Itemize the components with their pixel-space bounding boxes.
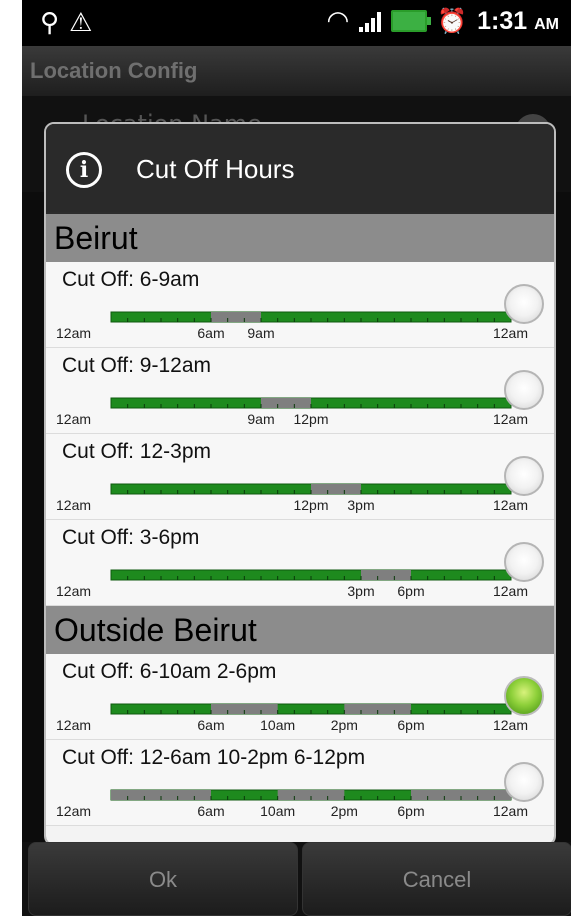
- clock-ampm: AM: [534, 15, 559, 33]
- hours-timeline: 12am 3pm 6pm 12am: [56, 569, 528, 599]
- cutoff-option[interactable]: Cut Off: 12-3pm 12am 12pm 3pm 12am: [46, 434, 554, 520]
- cancel-button[interactable]: Cancel: [302, 842, 571, 916]
- option-radio-button[interactable]: [504, 284, 544, 324]
- dialog-title: Cut Off Hours: [136, 154, 295, 184]
- battery-icon: [391, 10, 432, 32]
- time-label: 12am: [56, 325, 91, 341]
- time-label: 3pm: [347, 583, 374, 599]
- dialog-header: i Cut Off Hours: [46, 124, 554, 212]
- time-label: 9am: [247, 325, 274, 341]
- option-label: Cut Off: 6-10am 2-6pm: [62, 660, 277, 683]
- option-label: Cut Off: 9-12am: [62, 354, 212, 377]
- option-radio-button[interactable]: [504, 370, 544, 410]
- hours-timeline: 12am 6am 10am 2pm 6pm 12am: [56, 789, 528, 819]
- section-header: Outside Beirut: [46, 606, 554, 654]
- section-header: Beirut: [46, 214, 554, 262]
- cutoff-segment: [261, 398, 311, 408]
- time-label: 6pm: [397, 803, 424, 819]
- cutoff-segment: [211, 312, 261, 322]
- option-radio-button[interactable]: [504, 676, 544, 716]
- clock-time: 1:31: [477, 6, 528, 35]
- hours-timeline: 12am 12pm 3pm 12am: [56, 483, 528, 513]
- option-radio-button[interactable]: [504, 542, 544, 582]
- time-label: 12am: [493, 411, 528, 427]
- option-radio-button[interactable]: [504, 762, 544, 802]
- time-label: 12am: [493, 717, 528, 733]
- app-bar: Location Config: [22, 46, 571, 96]
- time-label: 6pm: [397, 583, 424, 599]
- time-label: 12pm: [293, 497, 328, 513]
- option-label: Cut Off: 12-6am 10-2pm 6-12pm: [62, 746, 366, 769]
- hours-timeline: 12am 9am 12pm 12am: [56, 397, 528, 427]
- notification-icons: ⚲ ⚠: [40, 8, 102, 38]
- time-label: 12am: [56, 497, 91, 513]
- option-label: Cut Off: 12-3pm: [62, 440, 212, 463]
- option-label: Cut Off: 6-9am: [62, 268, 200, 291]
- time-label: 6am: [197, 325, 224, 341]
- app-title: Location Config: [30, 58, 198, 83]
- warning-icon: ⚠: [69, 8, 93, 38]
- time-label: 6pm: [397, 717, 424, 733]
- time-label: 6am: [197, 803, 224, 819]
- time-label: 3pm: [347, 497, 374, 513]
- clock: 1:31 AM: [477, 7, 559, 36]
- cutoff-segment: [311, 484, 361, 494]
- time-label: 9am: [247, 411, 274, 427]
- dialog-list[interactable]: Beirut Cut Off: 6-9am 12am 6am 9am 12am Cut Of…: [46, 214, 554, 844]
- time-label: 10am: [260, 717, 295, 733]
- dialog-buttons: Ok Cancel: [22, 842, 571, 916]
- hours-timeline: 12am 6am 10am 2pm 6pm 12am: [56, 703, 528, 733]
- time-label: 10am: [260, 803, 295, 819]
- time-label: 12am: [493, 583, 528, 599]
- cutoff-option[interactable]: Cut Off: 6-10am 2-6pm 12am 6am 10am 2pm 6pm 12…: [46, 654, 554, 740]
- cutoff-option[interactable]: Cut Off: 12-6am 10-2pm 6-12pm 12am 6am 10am…: [46, 740, 554, 826]
- info-icon: i: [66, 152, 102, 188]
- cutoff-option[interactable]: Cut Off: 3-6pm 12am 3pm 6pm 12am: [46, 520, 554, 606]
- time-label: 12am: [56, 411, 91, 427]
- time-label: 12am: [56, 583, 91, 599]
- time-label: 2pm: [331, 717, 358, 733]
- time-label: 12am: [493, 803, 528, 819]
- cutoff-dialog: i Cut Off Hours Beirut Cut Off: 6-9am 12am…: [44, 122, 556, 846]
- time-label: 12am: [56, 803, 91, 819]
- option-label: Cut Off: 3-6pm: [62, 526, 200, 549]
- time-label: 12pm: [293, 411, 328, 427]
- status-bar: ⚲ ⚠ ◠ ⏰ 1:31 AM: [22, 0, 571, 46]
- ok-button[interactable]: Ok: [28, 842, 298, 916]
- cutoff-option[interactable]: Cut Off: 6-9am 12am 6am 9am 12am: [46, 262, 554, 348]
- signal-icon: [359, 10, 382, 32]
- wifi-icon: ◠: [326, 6, 350, 36]
- alarm-icon: ⏰: [437, 7, 468, 35]
- cutoff-segment: [361, 570, 411, 580]
- time-label: 2pm: [331, 803, 358, 819]
- phone-screen: ⚲⚠ ◠ ⏰ 1:31 AM Location Config Location …: [22, 0, 571, 916]
- option-radio-button[interactable]: [504, 456, 544, 496]
- time-label: 12am: [493, 497, 528, 513]
- time-label: 12am: [493, 325, 528, 341]
- hours-timeline: 12am 6am 9am 12am: [56, 311, 528, 341]
- usb-icon: ⚲: [40, 8, 60, 38]
- cutoff-option[interactable]: Cut Off: 9-12am 12am 9am 12pm 12am: [46, 348, 554, 434]
- time-label: 6am: [197, 717, 224, 733]
- time-label: 12am: [56, 717, 91, 733]
